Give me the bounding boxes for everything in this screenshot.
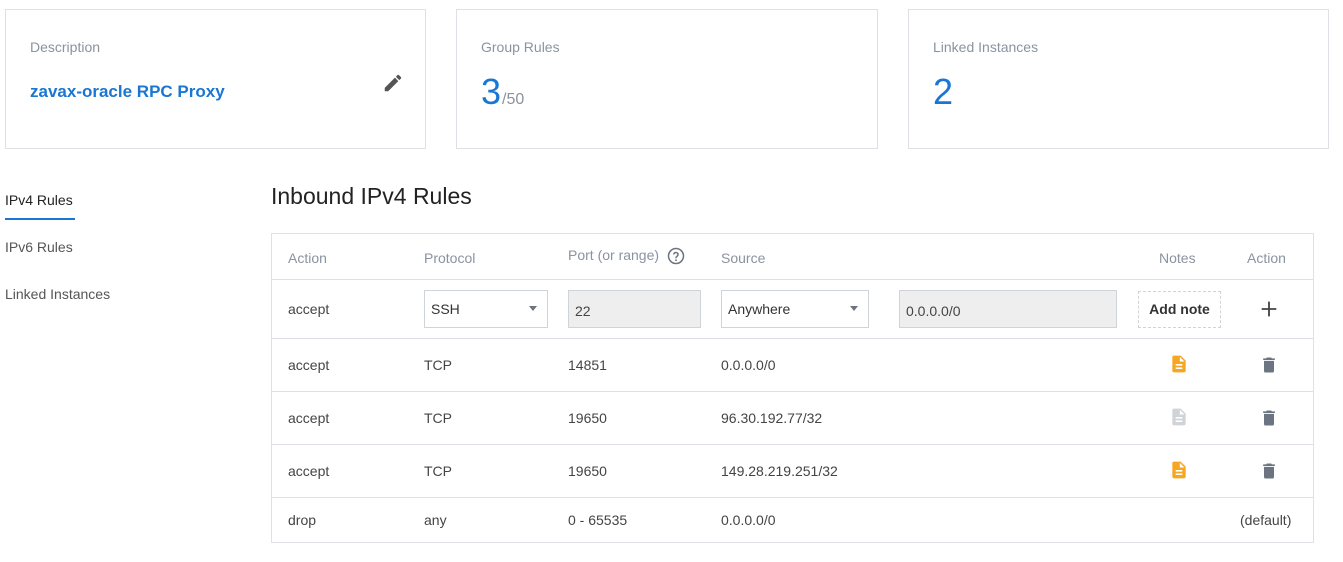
linked-instances-card: Linked Instances 2: [908, 9, 1329, 149]
col-port: Port (or range): [568, 247, 685, 265]
rule-source: 96.30.192.77/32: [721, 410, 823, 426]
sidenav-item-linked-instances[interactable]: Linked Instances: [5, 286, 110, 302]
rule-port: 0 - 65535: [568, 512, 628, 528]
table-row: accept TCP 19650 149.28.219.251/32: [272, 445, 1313, 498]
rule-source: 0.0.0.0/0: [721, 512, 776, 528]
source-select-value: Anywhere: [728, 301, 791, 317]
linked-instances-count: 2: [933, 71, 954, 112]
table-row: accept TCP 19650 96.30.192.77/32: [272, 392, 1313, 445]
rule-action: accept: [288, 463, 330, 479]
rules-max: /50: [502, 91, 525, 108]
table-row: accept TCP 14851 0.0.0.0/0: [272, 339, 1313, 392]
sidenav-item-label: IPv4 Rules: [5, 192, 73, 208]
source-cidr-value: 0.0.0.0/0: [906, 303, 961, 319]
col-source: Source: [721, 250, 766, 266]
col-port-label: Port (or range): [568, 247, 660, 263]
pencil-icon[interactable]: [382, 72, 404, 94]
col-protocol: Protocol: [424, 250, 476, 266]
rule-action: accept: [288, 410, 330, 426]
linked-instances-label: Linked Instances: [933, 39, 1039, 55]
rule-port: 19650: [568, 463, 607, 479]
chevron-down-icon: [529, 306, 537, 311]
add-note-button[interactable]: Add note: [1138, 291, 1221, 328]
col-notes: Notes: [1159, 250, 1196, 266]
document-icon[interactable]: [1169, 353, 1189, 375]
rule-protocol: TCP: [424, 410, 452, 426]
rule-port: 19650: [568, 410, 607, 426]
group-name: zavax-oracle RPC Proxy: [30, 82, 225, 101]
col-action: Action: [288, 250, 327, 266]
rule-port: 14851: [568, 357, 607, 373]
source-select[interactable]: Anywhere: [721, 290, 869, 328]
port-input[interactable]: 22: [568, 290, 701, 328]
table-header: Action Protocol Port (or range) Source N…: [272, 234, 1313, 280]
rule-protocol: TCP: [424, 463, 452, 479]
trash-icon[interactable]: [1259, 407, 1279, 429]
trash-icon[interactable]: [1259, 460, 1279, 482]
plus-icon[interactable]: [1258, 298, 1280, 320]
new-rule-action: accept: [288, 301, 330, 317]
rule-action: drop: [288, 512, 317, 528]
rule-source: 0.0.0.0/0: [721, 357, 776, 373]
default-tag: (default): [1240, 512, 1292, 528]
active-tab-indicator: [5, 218, 75, 220]
source-cidr-input[interactable]: 0.0.0.0/0: [899, 290, 1117, 328]
document-icon[interactable]: [1169, 459, 1189, 481]
document-icon[interactable]: [1169, 406, 1189, 428]
trash-icon[interactable]: [1259, 354, 1279, 376]
group-rules-label: Group Rules: [481, 39, 560, 55]
port-input-value: 22: [575, 303, 591, 319]
sidenav-item-ipv4[interactable]: IPv4 Rules: [5, 192, 75, 220]
chevron-down-icon: [850, 306, 858, 311]
rule-protocol: TCP: [424, 357, 452, 373]
rules-table: Action Protocol Port (or range) Source N…: [271, 233, 1314, 543]
sidenav-item-ipv6[interactable]: IPv6 Rules: [5, 239, 73, 255]
new-rule-row: accept SSH 22 Anywhere 0.0.0.0/0 Add not…: [272, 280, 1313, 339]
rule-protocol: any: [424, 512, 447, 528]
description-label: Description: [30, 39, 101, 55]
group-rules-count: 3/50: [481, 74, 524, 110]
rule-source: 149.28.219.251/32: [721, 463, 838, 479]
rules-count: 3: [481, 71, 502, 112]
default-rule-row: drop any 0 - 65535 0.0.0.0/0 (default): [272, 498, 1313, 542]
description-card: Description zavax-oracle RPC Proxy: [5, 9, 426, 149]
protocol-select-value: SSH: [431, 301, 460, 317]
rule-action: accept: [288, 357, 330, 373]
protocol-select[interactable]: SSH: [424, 290, 548, 328]
page-title: Inbound IPv4 Rules: [271, 183, 472, 209]
group-rules-card: Group Rules 3/50: [456, 9, 878, 149]
question-circle-icon[interactable]: [667, 247, 685, 265]
col-action-2: Action: [1247, 250, 1286, 266]
